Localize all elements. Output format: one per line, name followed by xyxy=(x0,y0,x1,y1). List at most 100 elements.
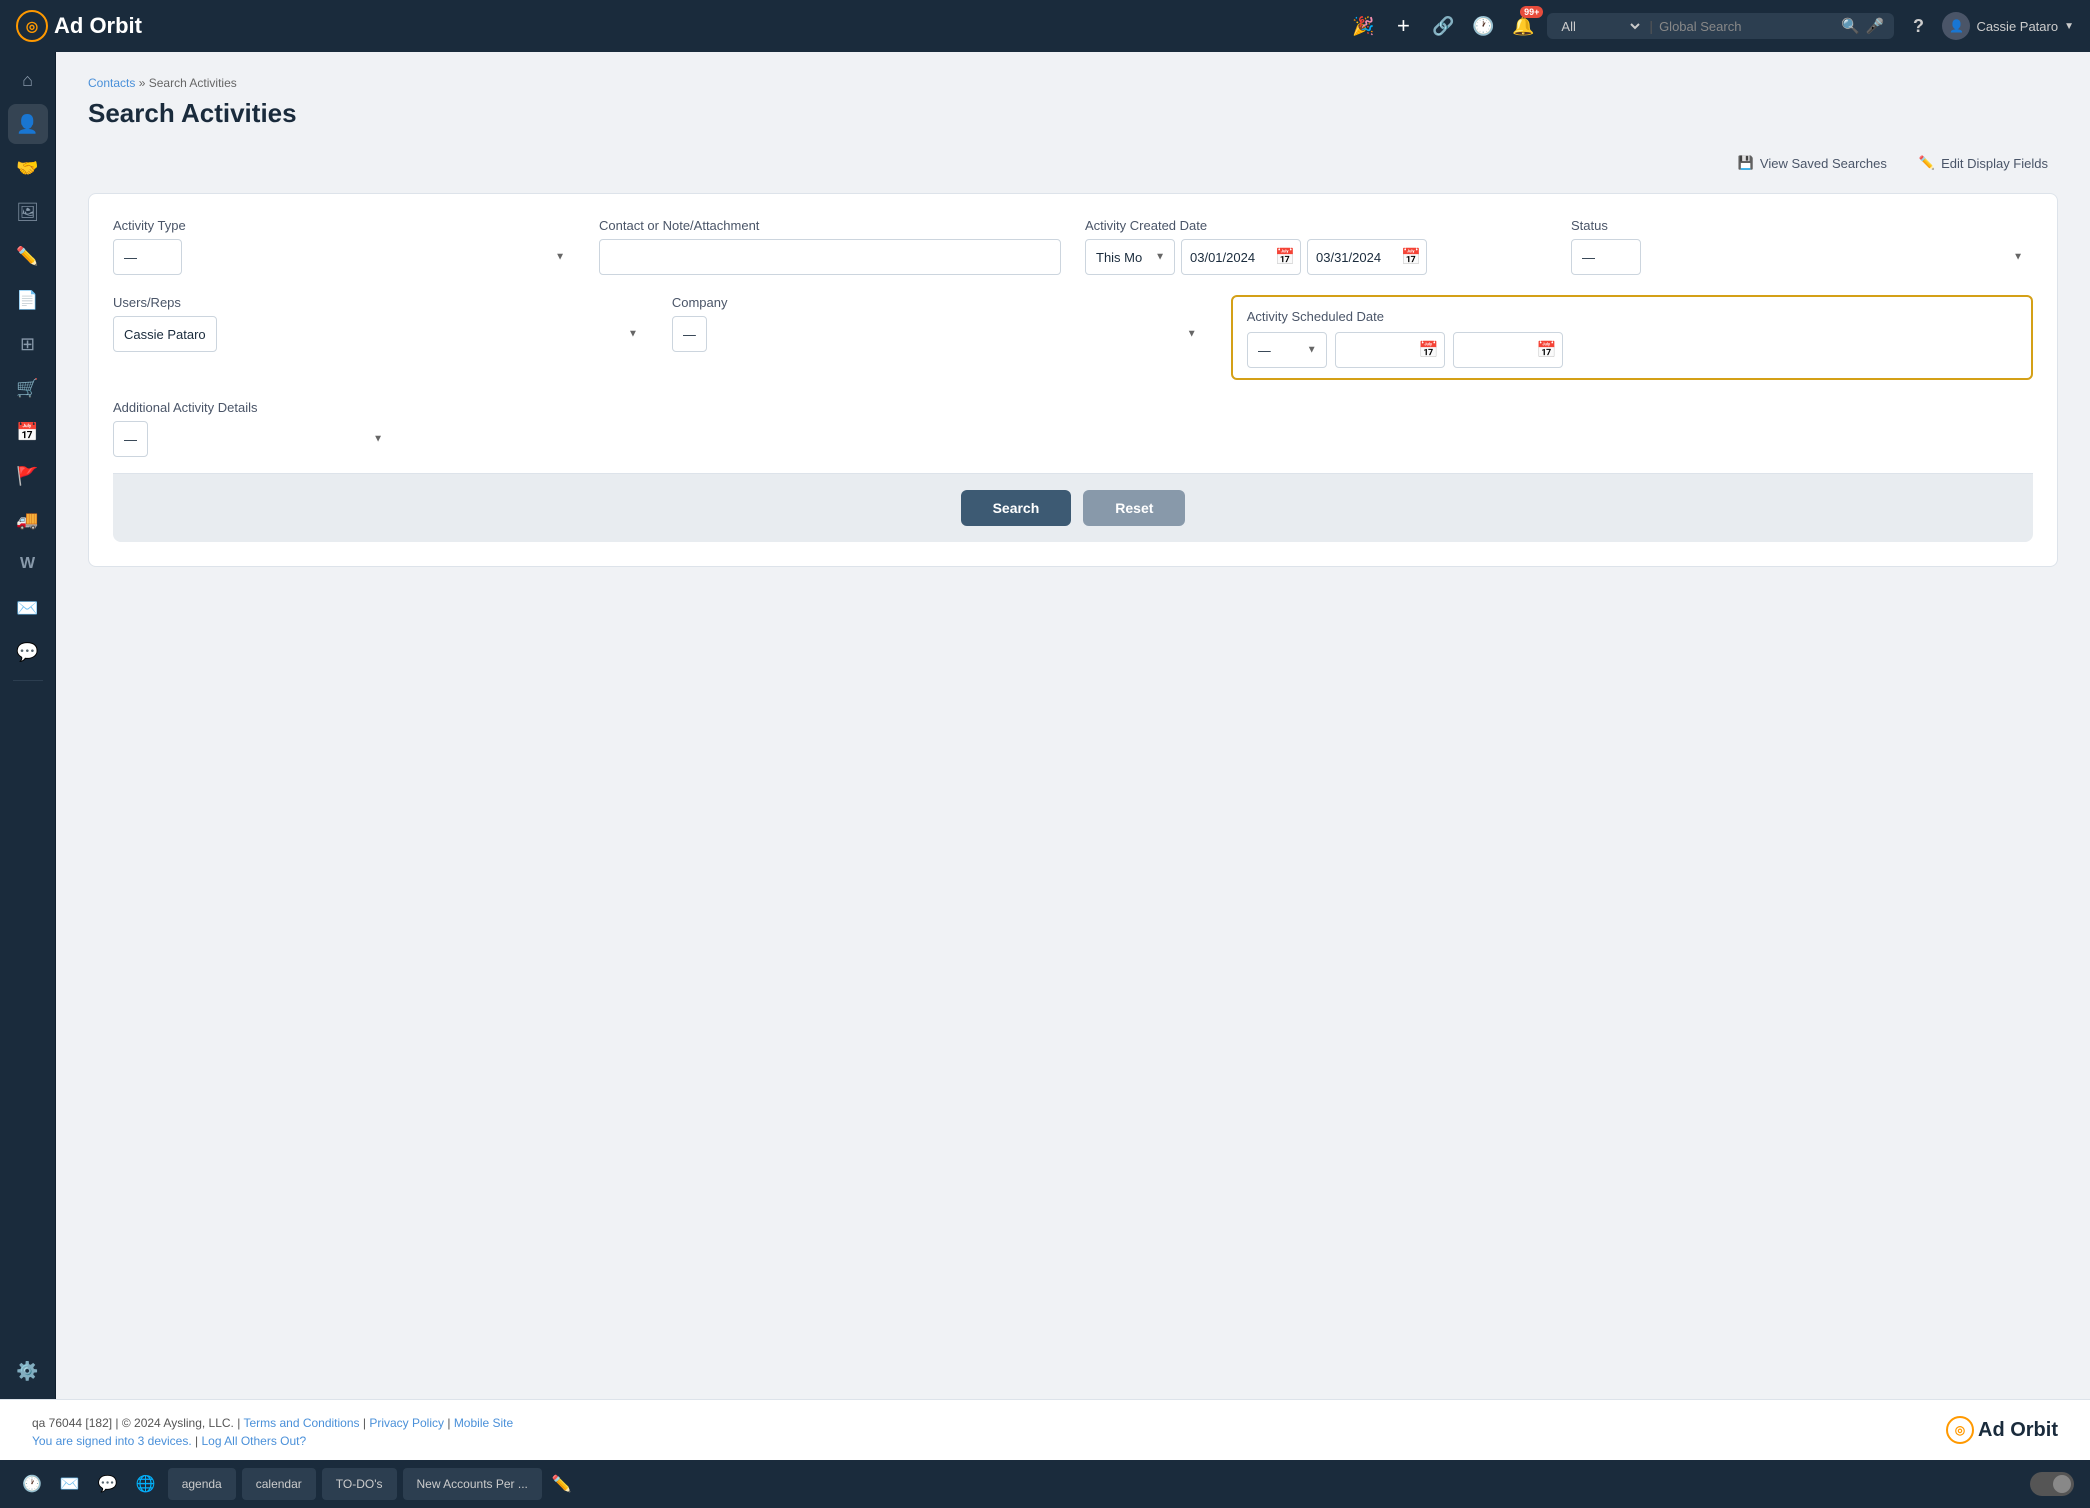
clock-icon[interactable]: 🕐 xyxy=(1467,10,1499,42)
breadcrumb: Contacts » Search Activities xyxy=(88,76,2058,90)
edit-display-fields-button[interactable]: ✏️ Edit Display Fields xyxy=(1909,149,2058,177)
privacy-link[interactable]: Privacy Policy xyxy=(369,1416,444,1430)
log-out-others-link[interactable]: Log All Others Out? xyxy=(201,1434,306,1448)
notification-wrap: 🔔 99+ xyxy=(1507,10,1539,42)
layout: ⌂ 👤 🤝 🖼 ✏️ 📄 ⊞ 🛒 📅 🚩 🚚 W ✉️ 💬 ⚙️ Contact… xyxy=(0,52,2090,1399)
status-group: Status — Open Closed Pending xyxy=(1571,218,2033,275)
scheduled-date-to-calendar-icon[interactable]: 📅 xyxy=(1537,340,1557,360)
activity-created-group: Activity Created Date This Mo Last Month… xyxy=(1085,218,1547,275)
activity-type-select[interactable]: — Call Email Meeting Note Task xyxy=(113,239,182,275)
breadcrumb-current: Search Activities xyxy=(149,76,237,90)
activity-type-select-wrap: — Call Email Meeting Note Task xyxy=(113,239,575,275)
contact-note-group: Contact or Note/Attachment xyxy=(599,218,1061,275)
sidebar-item-document[interactable]: 📄 xyxy=(8,280,48,320)
sidebar-item-word[interactable]: W xyxy=(8,544,48,584)
username: Cassie Pataro xyxy=(1976,19,2058,34)
edit-display-icon: ✏️ xyxy=(1919,155,1935,171)
bottombar-chat-icon[interactable]: 💬 xyxy=(92,1470,124,1498)
reset-button[interactable]: Reset xyxy=(1083,490,1185,526)
sidebar-bottom: ⚙️ xyxy=(8,1351,48,1391)
main-content: Contacts » Search Activities Search Acti… xyxy=(56,52,2090,1399)
scheduled-date-from-wrap: 📅 xyxy=(1335,332,1445,368)
mobile-site-link[interactable]: Mobile Site xyxy=(454,1416,513,1430)
page-title: Search Activities xyxy=(88,98,2058,129)
user-menu[interactable]: 👤 Cassie Pataro ▼ xyxy=(1942,12,2074,40)
sidebar-item-settings[interactable]: ⚙️ xyxy=(8,1351,48,1391)
sidebar-item-contacts[interactable]: 👤 xyxy=(8,104,48,144)
contact-note-label: Contact or Note/Attachment xyxy=(599,218,1061,233)
additional-details-select-wrap: — xyxy=(113,421,393,457)
sidebar-item-handshake[interactable]: 🤝 xyxy=(8,148,48,188)
activity-created-filter-select[interactable]: This Mo Last Month This Year Custom xyxy=(1085,239,1175,275)
view-saved-icon: 💾 xyxy=(1738,155,1754,171)
sidebar-divider xyxy=(13,680,43,681)
form-row-3: Additional Activity Details — xyxy=(113,400,2033,457)
sidebar-item-gallery[interactable]: 🖼 xyxy=(8,192,48,232)
activity-type-group: Activity Type — Call Email Meeting Note … xyxy=(113,218,575,275)
additional-details-label: Additional Activity Details xyxy=(113,400,393,415)
bottombar-tab-new-accounts[interactable]: New Accounts Per ... xyxy=(403,1468,542,1500)
view-saved-searches-button[interactable]: 💾 View Saved Searches xyxy=(1728,149,1897,177)
help-icon[interactable]: ? xyxy=(1902,10,1934,42)
contact-note-input[interactable] xyxy=(599,239,1061,275)
sidebar-item-grid[interactable]: ⊞ xyxy=(8,324,48,364)
terms-link[interactable]: Terms and Conditions xyxy=(243,1416,359,1430)
bottombar-mail-icon[interactable]: ✉️ xyxy=(54,1470,86,1498)
app-logo[interactable]: ◎ Ad Orbit xyxy=(16,10,142,42)
search-button[interactable]: Search xyxy=(961,490,1072,526)
app-name: Ad Orbit xyxy=(54,13,142,39)
bottombar-tab-calendar[interactable]: calendar xyxy=(242,1468,316,1500)
sidebar-item-calendar[interactable]: 📅 xyxy=(8,412,48,452)
link-icon[interactable]: 🔗 xyxy=(1427,10,1459,42)
sidebar-item-home[interactable]: ⌂ xyxy=(8,60,48,100)
activity-type-label: Activity Type xyxy=(113,218,575,233)
additional-details-group: Additional Activity Details — xyxy=(113,400,393,457)
activity-created-from-calendar-icon[interactable]: 📅 xyxy=(1275,247,1295,267)
status-select-wrap: — Open Closed Pending xyxy=(1571,239,2033,275)
bottombar-globe-icon[interactable]: 🌐 xyxy=(130,1470,162,1498)
scheduled-date-filter-wrap: — This Month Last Month Custom xyxy=(1247,332,1327,368)
edit-display-label: Edit Display Fields xyxy=(1941,156,2048,171)
users-reps-label: Users/Reps xyxy=(113,295,648,310)
activity-scheduled-date-group: Activity Scheduled Date — This Month Las… xyxy=(1231,295,2033,380)
scheduled-date-from-calendar-icon[interactable]: 📅 xyxy=(1419,340,1439,360)
users-reps-group: Users/Reps Cassie Pataro All Users xyxy=(113,295,648,352)
sidebar-item-flag[interactable]: 🚩 xyxy=(8,456,48,496)
bottombar-toggle[interactable] xyxy=(2030,1472,2074,1496)
search-submit-icon[interactable]: 🔍 xyxy=(1841,17,1860,35)
sidebar-item-mail[interactable]: ✉️ xyxy=(8,588,48,628)
activity-created-to-calendar-icon[interactable]: 📅 xyxy=(1401,247,1421,267)
bottombar-clock-icon[interactable]: 🕐 xyxy=(16,1470,48,1498)
activity-created-date-group: This Mo Last Month This Year Custom 📅 xyxy=(1085,239,1547,275)
signed-in-devices-link[interactable]: You are signed into 3 devices. xyxy=(32,1434,192,1448)
users-reps-select-wrap: Cassie Pataro All Users xyxy=(113,316,648,352)
mic-icon[interactable]: 🎤 xyxy=(1866,17,1885,35)
sidebar-item-truck[interactable]: 🚚 xyxy=(8,500,48,540)
search-filter-select[interactable]: All Contacts Companies Orders xyxy=(1557,18,1643,35)
footer-copyright-row: qa 76044 [182] | © 2024 Aysling, LLC. | … xyxy=(32,1416,513,1430)
scheduled-date-row: — This Month Last Month Custom 📅 xyxy=(1247,332,2017,368)
global-search-bar: All Contacts Companies Orders | 🔍 🎤 xyxy=(1547,13,1894,39)
bottombar-tab-agenda[interactable]: agenda xyxy=(168,1468,236,1500)
additional-details-select[interactable]: — xyxy=(113,421,148,457)
scheduled-date-filter-select[interactable]: — This Month Last Month Custom xyxy=(1247,332,1327,368)
activity-created-filter-wrap: This Mo Last Month This Year Custom xyxy=(1085,239,1175,275)
breadcrumb-parent[interactable]: Contacts xyxy=(88,76,135,90)
scheduled-date-label: Activity Scheduled Date xyxy=(1247,309,2017,324)
bottombar-edit-icon[interactable]: ✏️ xyxy=(552,1474,572,1494)
search-form: Activity Type — Call Email Meeting Note … xyxy=(88,193,2058,567)
search-input[interactable] xyxy=(1659,19,1835,34)
logo-circle: ◎ xyxy=(16,10,48,42)
activity-created-to-wrap: 📅 xyxy=(1307,239,1427,275)
party-icon[interactable]: 🎉 xyxy=(1347,10,1379,42)
sidebar-item-chat[interactable]: 💬 xyxy=(8,632,48,672)
status-select[interactable]: — Open Closed Pending xyxy=(1571,239,1641,275)
sidebar-item-edit[interactable]: ✏️ xyxy=(8,236,48,276)
users-reps-select[interactable]: Cassie Pataro All Users xyxy=(113,316,217,352)
add-icon[interactable]: + xyxy=(1387,10,1419,42)
sidebar-item-cart[interactable]: 🛒 xyxy=(8,368,48,408)
footer-logo: ◎ Ad Orbit xyxy=(1946,1416,2058,1444)
company-select[interactable]: — xyxy=(672,316,707,352)
status-label: Status xyxy=(1571,218,2033,233)
bottombar-tab-todos[interactable]: TO-DO's xyxy=(322,1468,397,1500)
